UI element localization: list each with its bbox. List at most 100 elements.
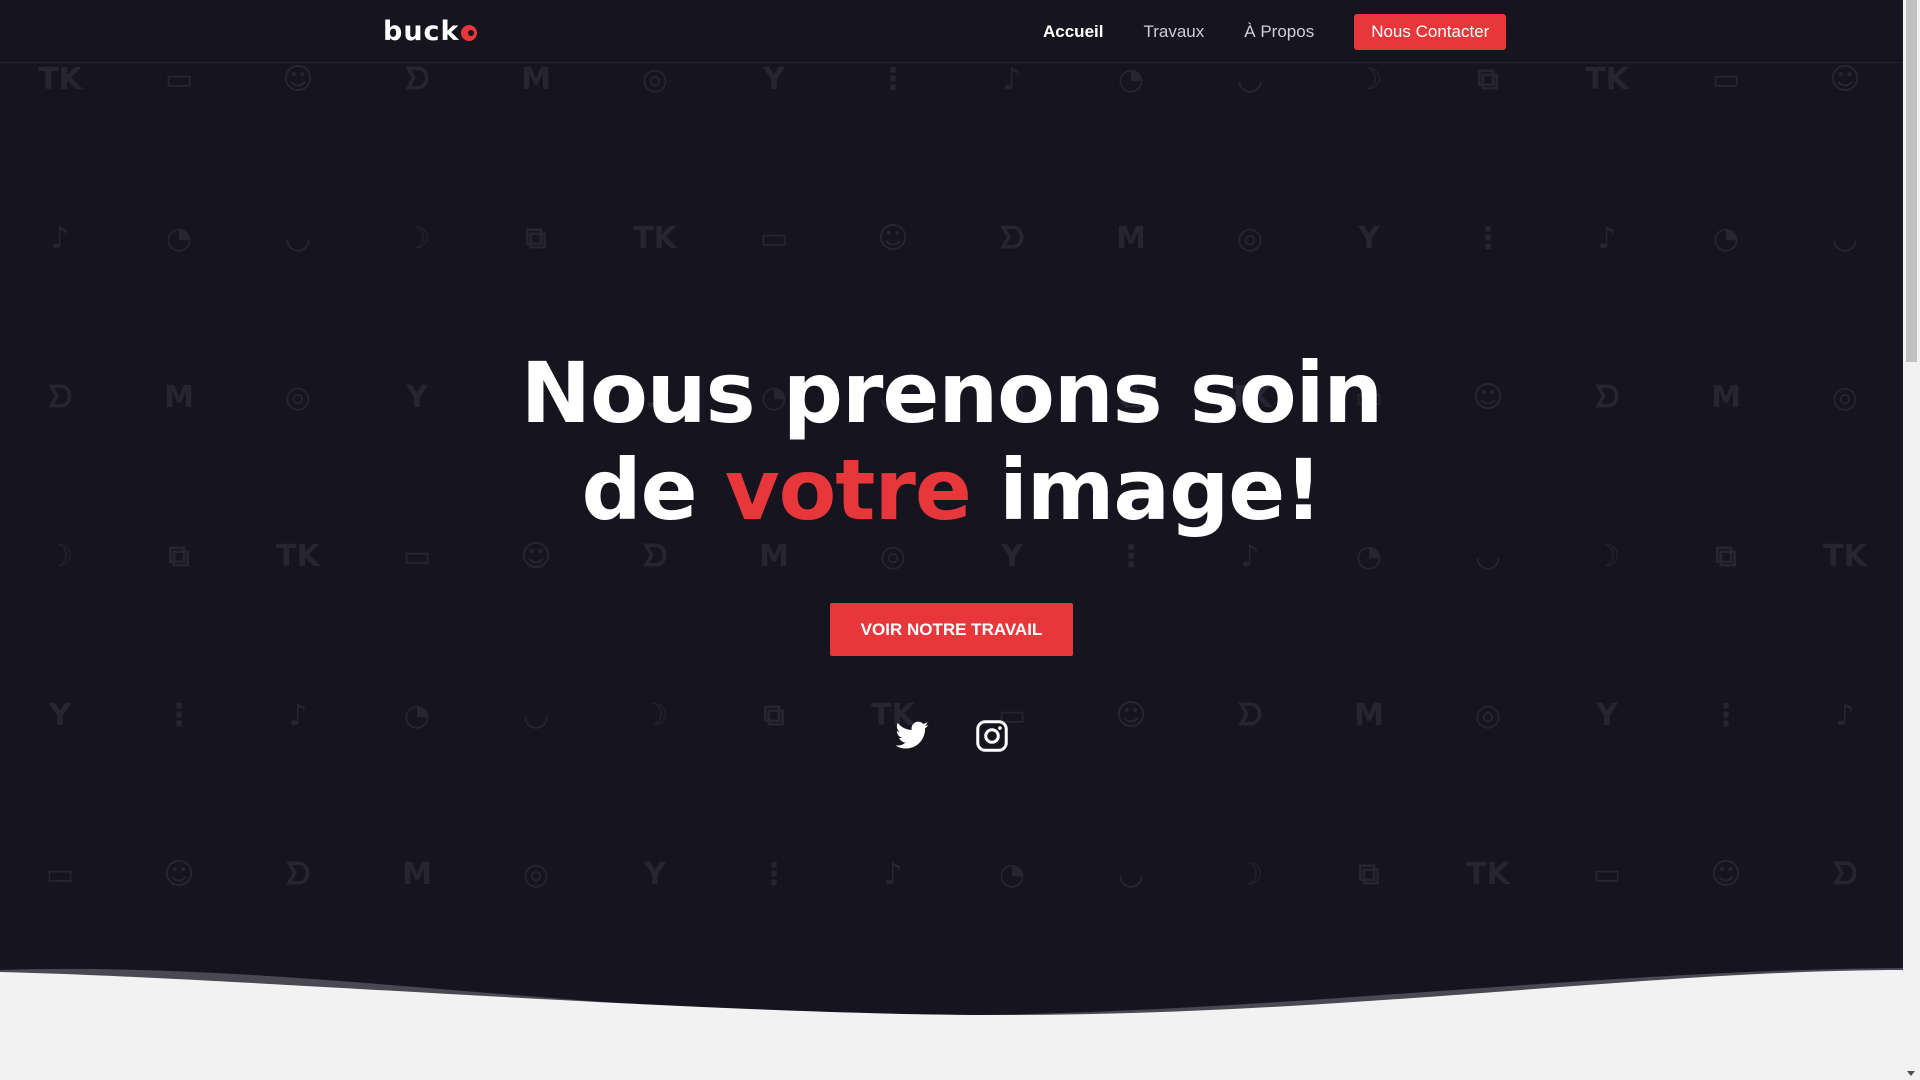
pattern-logo-icon: ☺ <box>163 857 195 892</box>
logo-wordmark: buck <box>383 15 460 47</box>
pattern-logo-icon: ◡ <box>1119 857 1143 892</box>
page-scrollbar[interactable] <box>1903 0 1920 1080</box>
hero-title-line2-pre: de <box>581 441 725 539</box>
contact-button[interactable]: Nous Contacter <box>1354 14 1507 50</box>
pattern-logo-icon: ◔ <box>1117 62 1145 97</box>
pattern-logo-icon: ᗤ <box>1237 698 1263 733</box>
pattern-logo-icon: ☽ <box>46 539 74 574</box>
scroll-down-arrow-icon[interactable] <box>1907 1071 1915 1076</box>
pattern-logo-icon: ⧉ <box>1358 857 1380 892</box>
pattern-logo-icon: ᗤ <box>404 62 430 97</box>
instagram-icon[interactable] <box>974 718 1010 754</box>
pattern-logo-icon: M <box>1354 698 1384 733</box>
pattern-logo-icon: M <box>521 62 551 97</box>
pattern-logo-icon: ◎ <box>879 539 907 574</box>
pattern-logo-icon: ☺ <box>1829 62 1861 97</box>
pattern-logo-icon: ◔ <box>998 857 1026 892</box>
site-logo[interactable]: buck <box>383 15 477 47</box>
pattern-logo-icon: ▭ <box>1711 62 1741 97</box>
nav-link-accueil[interactable]: Accueil <box>1043 22 1103 42</box>
pattern-logo-icon: ☺ <box>520 539 552 574</box>
hero-title: Nous prenons soin de votre image! <box>0 345 1903 539</box>
pattern-logo-icon: ◎ <box>522 857 550 892</box>
pattern-logo-icon: ⋮ <box>1116 539 1146 574</box>
page: TK ▭ ☺ ᗤ M ◎ Y ⋮ ♪ ◔ ◡ ☽ ⧉ TK ▭ ☺ ♪ ◔ ◡ ☽ ⧉ TK ▭ ☺ ᗤ M ◎ Y ⋮ ♪ ◔ ◡ ᗤ M ◎ Y ⋮… <box>0 0 1903 1080</box>
pattern-logo-icon: Y <box>1001 539 1023 574</box>
pattern-logo-icon: ◔ <box>403 698 431 733</box>
twitter-icon[interactable] <box>894 718 930 754</box>
pattern-logo-icon: ☽ <box>1355 62 1383 97</box>
pattern-logo-icon: ☽ <box>1236 857 1264 892</box>
pattern-logo-icon: ⋮ <box>878 62 908 97</box>
hero-title-line1: Nous prenons soin <box>520 344 1383 442</box>
pattern-logo-icon: ♪ <box>50 221 70 256</box>
pattern-logo-icon: TK <box>1585 62 1629 97</box>
pattern-logo-icon: ◡ <box>1238 62 1262 97</box>
pattern-logo-icon: ᗤ <box>285 857 311 892</box>
pattern-logo-icon: ◔ <box>1712 221 1740 256</box>
pattern-logo-icon: ⋮ <box>1711 698 1741 733</box>
pattern-logo-icon: ᗤ <box>642 539 668 574</box>
site-header: buck Accueil Travaux À Propos Nous Conta… <box>0 0 1903 63</box>
pattern-logo-icon: ☽ <box>1593 539 1621 574</box>
pattern-logo-icon: ⧉ <box>168 539 190 574</box>
scrollbar-thumb[interactable] <box>1906 0 1917 362</box>
pattern-logo-icon: TK <box>633 221 677 256</box>
pattern-logo-icon: ◎ <box>1474 698 1502 733</box>
pattern-logo-icon: ♪ <box>1597 221 1617 256</box>
pattern-logo-icon: ⧉ <box>1715 539 1737 574</box>
pattern-logo-icon: ◔ <box>165 221 193 256</box>
pattern-logo-icon: ⋮ <box>164 698 194 733</box>
pattern-logo-icon: ᗤ <box>999 221 1025 256</box>
pattern-logo-icon: ◎ <box>641 62 669 97</box>
view-work-button[interactable]: VOIR NOTRE TRAVAIL <box>830 603 1073 656</box>
pattern-logo-icon: ☺ <box>1710 857 1742 892</box>
pattern-logo-icon: ◡ <box>1476 539 1500 574</box>
main-nav: Accueil Travaux À Propos Nous Contacter <box>1043 14 1507 50</box>
pattern-logo-icon: ☺ <box>282 62 314 97</box>
pattern-logo-icon: ☽ <box>403 221 431 256</box>
nav-link-a-propos[interactable]: À Propos <box>1244 22 1314 42</box>
pattern-logo-icon: ♪ <box>1835 698 1855 733</box>
pattern-logo-icon: ⧉ <box>525 221 547 256</box>
pattern-logo-icon: Y <box>1596 698 1618 733</box>
pattern-logo-icon: ◡ <box>524 698 548 733</box>
pattern-logo-icon: ⋮ <box>759 857 789 892</box>
wave-divider <box>0 968 1903 1080</box>
pattern-logo-icon: ◎ <box>1236 221 1264 256</box>
pattern-logo-icon: M <box>402 857 432 892</box>
hero-title-line2-post: image! <box>970 441 1322 539</box>
pattern-logo-icon: TK <box>276 539 320 574</box>
pattern-logo-icon: ▭ <box>402 539 432 574</box>
pattern-logo-icon: ◡ <box>1833 221 1857 256</box>
pattern-logo-icon: TK <box>1823 539 1867 574</box>
pattern-logo-icon: Y <box>1358 221 1380 256</box>
pattern-logo-icon: ᗤ <box>1832 857 1858 892</box>
pattern-logo-icon: ▭ <box>164 62 194 97</box>
pattern-logo-icon: ⧉ <box>1477 62 1499 97</box>
pattern-logo-icon: ☺ <box>1115 698 1147 733</box>
pattern-logo-icon: Y <box>49 698 71 733</box>
pattern-logo-icon: Y <box>644 857 666 892</box>
logo-eye-icon <box>460 25 477 41</box>
pattern-logo-icon: ♪ <box>288 698 308 733</box>
pattern-logo-icon: TK <box>38 62 82 97</box>
pattern-logo-icon: ⧉ <box>763 698 785 733</box>
pattern-logo-icon: TK <box>1466 857 1510 892</box>
pattern-logo-icon: ♪ <box>883 857 903 892</box>
nav-link-travaux[interactable]: Travaux <box>1143 22 1204 42</box>
pattern-logo-icon: ▭ <box>45 857 75 892</box>
pattern-logo-icon: ⋮ <box>1473 221 1503 256</box>
hero-title-accent: votre <box>724 441 972 539</box>
pattern-logo-icon: M <box>1116 221 1146 256</box>
pattern-logo-icon: Y <box>763 62 785 97</box>
pattern-logo-icon: M <box>759 539 789 574</box>
pattern-logo-icon: ☺ <box>877 221 909 256</box>
pattern-logo-icon: ▭ <box>759 221 789 256</box>
pattern-logo-icon: ▭ <box>1592 857 1622 892</box>
pattern-logo-icon: ◔ <box>1355 539 1383 574</box>
pattern-logo-icon: ♪ <box>1240 539 1260 574</box>
pattern-logo-icon: ◡ <box>286 221 310 256</box>
pattern-logo-icon: ☽ <box>641 698 669 733</box>
pattern-logo-icon: ♪ <box>1002 62 1022 97</box>
